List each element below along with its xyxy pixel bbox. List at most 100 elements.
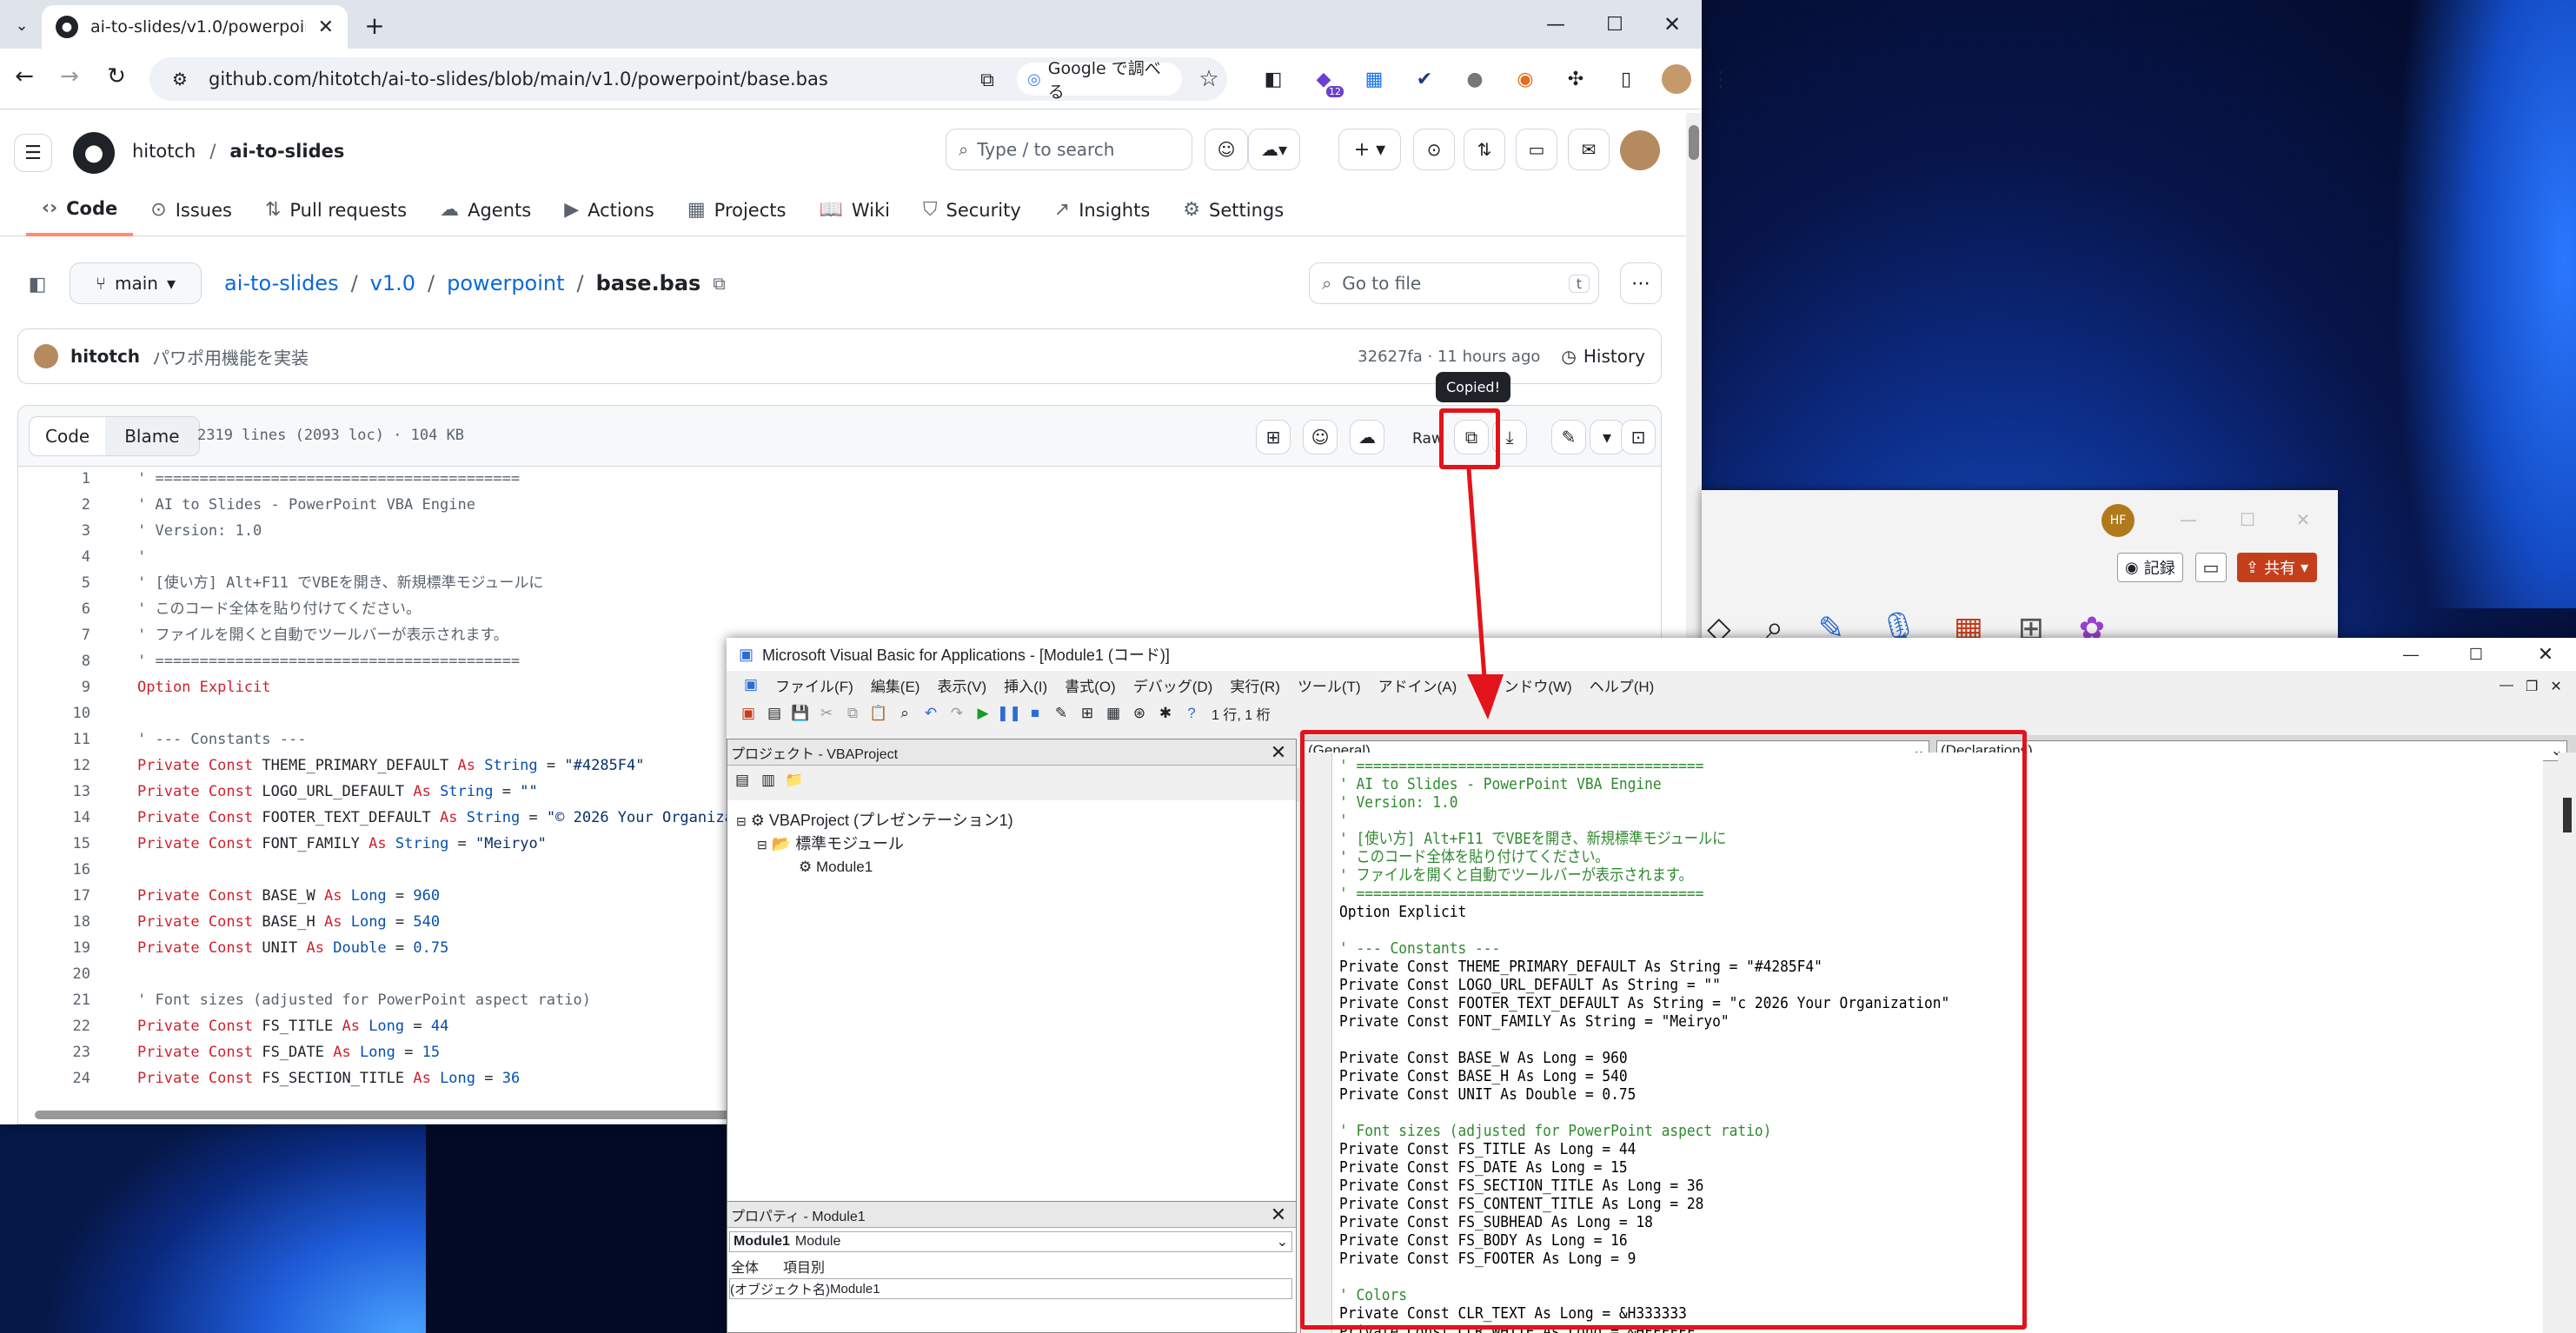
menu-run[interactable]: 実行(R) [1221,674,1289,696]
tab-security[interactable]: ⛉ Security [907,184,1037,236]
close-pane-icon[interactable]: ✕ [1266,741,1291,764]
menu-tools[interactable]: ツール(T) [1289,674,1370,696]
gray-extension-icon[interactable]: ● [1460,64,1490,94]
commit-author[interactable]: hitotch [70,346,140,367]
close-window-icon[interactable]: ✕ [2286,504,2320,535]
tree-standard-modules[interactable]: ⊟ 📂 標準モジュール [736,832,1013,856]
copilot-dropdown[interactable]: ☁▾ [1248,129,1300,170]
bookmark-star-icon[interactable]: ☆ [1194,64,1224,94]
minimize-icon[interactable]: — [2385,646,2437,664]
tab-search-icon[interactable]: ⌄ [7,10,37,40]
tab-insights[interactable]: ↗ Insights [1039,184,1166,236]
mdi-minimize-icon[interactable]: — [2500,678,2513,695]
cut-icon[interactable]: ✂ [817,704,836,723]
copilot-icon[interactable]: ☺ [1303,420,1338,454]
code-view-button[interactable]: Code [30,417,106,455]
hamburger-menu-button[interactable]: ☰ [14,134,52,172]
back-icon[interactable]: ← [9,61,40,92]
comment-icon[interactable]: ▭ [2195,553,2227,582]
project-explorer-icon[interactable]: ⊞ [1078,704,1097,723]
undo-icon[interactable]: ↶ [921,704,940,723]
check-extension-icon[interactable]: ✔ [1410,64,1439,94]
paste-icon[interactable]: 📋 [869,704,888,723]
cloud-icon[interactable]: ☁ [1350,420,1384,454]
view-code-icon[interactable]: ▤ [733,771,752,790]
insert-module-icon[interactable]: ▤ [765,704,784,723]
menu-help[interactable]: ヘルプ(H) [1581,674,1663,696]
menu-addins[interactable]: アドイン(A) [1370,674,1466,696]
more-options-button[interactable]: ⋯ [1620,262,1662,304]
record-button[interactable]: ◉ 記録 [2117,553,2183,582]
menu-view[interactable]: 表示(V) [928,674,995,696]
history-button[interactable]: ◷ History [1561,346,1645,367]
symbols-panel-icon[interactable]: ⊡ [1621,420,1656,454]
repo-name-link[interactable]: ai-to-slides [229,141,344,162]
menu-file[interactable]: ファイル(F) [767,674,862,696]
menu-format[interactable]: 書式(O) [1056,674,1125,696]
file-tree-toggle-icon[interactable]: ◧ [23,269,52,299]
new-tab-icon[interactable]: + [360,10,389,40]
forward-icon[interactable]: → [54,61,85,92]
mdi-close-icon[interactable]: ✕ [2550,678,2561,695]
puzzle-extensions-icon[interactable]: ✣ [1561,64,1590,94]
find-icon[interactable]: ⌕ [895,704,914,723]
close-window-icon[interactable]: ✕ [2515,643,2576,666]
maximize-icon[interactable]: ☐ [2230,504,2265,535]
copy-icon[interactable]: ⧉ [843,704,862,723]
breadcrumb-dir-link[interactable]: v1.0 [370,271,415,295]
properties-icon[interactable]: ▦ [1104,704,1123,723]
save-icon[interactable]: 💾 [791,704,810,723]
reset-icon[interactable]: ■ [1026,704,1045,723]
toggle-folders-icon[interactable]: 📁 [785,771,804,790]
edit-pencil-icon[interactable]: ✎ [1551,420,1586,454]
branch-selector[interactable]: ⑂ main ▾ [70,262,202,304]
commit-meta[interactable]: 32627fa · 11 hours ago [1358,348,1540,366]
orange-extension-icon[interactable]: ◉ [1510,64,1540,94]
share-button[interactable]: ⇪ 共有 ▾ [2237,553,2318,582]
view-object-icon[interactable]: ▥ [759,771,778,790]
commit-message[interactable]: パワポ用機能を実装 [152,344,1345,369]
minimize-icon[interactable]: — [2171,504,2206,535]
tab-agents[interactable]: ☁ Agents [424,184,547,236]
break-icon[interactable]: ❚❚ [997,704,1022,723]
copy-path-icon[interactable]: ⧉ [713,273,725,294]
create-new-button[interactable]: + ▾ [1338,129,1401,170]
split-view-icon[interactable]: ▯ [1611,64,1641,94]
tree-module1[interactable]: ⚙ Module1 [736,856,1013,879]
edit-dropdown-icon[interactable]: ▾ [1590,420,1624,454]
menu-insert[interactable]: 挿入(I) [995,674,1056,696]
github-logo-icon[interactable]: ● [73,132,115,174]
tab-wiki[interactable]: 📖 Wiki [803,184,906,236]
install-app-icon[interactable]: ⧉ [973,66,1001,94]
redo-icon[interactable]: ↷ [947,704,966,723]
inbox-icon[interactable]: ✉ [1568,129,1610,170]
minimize-icon[interactable]: — [1538,9,1573,40]
issues-icon[interactable]: ⊙ [1413,129,1455,170]
profile-avatar[interactable] [1662,64,1691,94]
breadcrumb-repo-link[interactable]: ai-to-slides [224,271,339,295]
office-avatar[interactable]: HF [2101,504,2134,537]
repo-owner-link[interactable]: hitotch [132,141,196,162]
reload-icon[interactable]: ↻ [101,61,132,92]
close-window-icon[interactable]: ✕ [1655,9,1690,40]
object-browser-icon[interactable]: ⊛ [1130,704,1149,723]
menu-debug[interactable]: デバッグ(D) [1125,674,1222,696]
tab-code[interactable]: ‹› Code [26,184,134,236]
extension-icon[interactable]: ◧ [1258,64,1288,94]
symbols-icon[interactable]: ⊞ [1256,420,1291,454]
close-tab-icon[interactable]: ✕ [318,17,334,38]
toolbox-icon[interactable]: ✱ [1156,704,1175,723]
tab-pull-requests[interactable]: ⇅ Pull requests [249,184,422,236]
maximize-icon[interactable]: ☐ [1597,9,1632,40]
editor-scrollbar[interactable] [2558,753,2576,1333]
design-mode-icon[interactable]: ✎ [1052,704,1071,723]
site-info-icon[interactable]: ⚙ [167,69,193,90]
close-pane-icon[interactable]: ✕ [1266,1204,1291,1226]
google-search-chip[interactable]: ◎ Google で調べる [1017,59,1182,102]
maximize-icon[interactable]: ☐ [2446,646,2506,664]
property-row[interactable]: (オブジェクト名) Module1 [729,1278,1292,1299]
run-icon[interactable]: ▶ [973,704,993,723]
tab-categorized[interactable]: 項目別 [783,1256,825,1277]
object-selector[interactable]: Module1 Module ⌄ [729,1231,1292,1252]
tab-actions[interactable]: ▶ Actions [548,184,670,236]
